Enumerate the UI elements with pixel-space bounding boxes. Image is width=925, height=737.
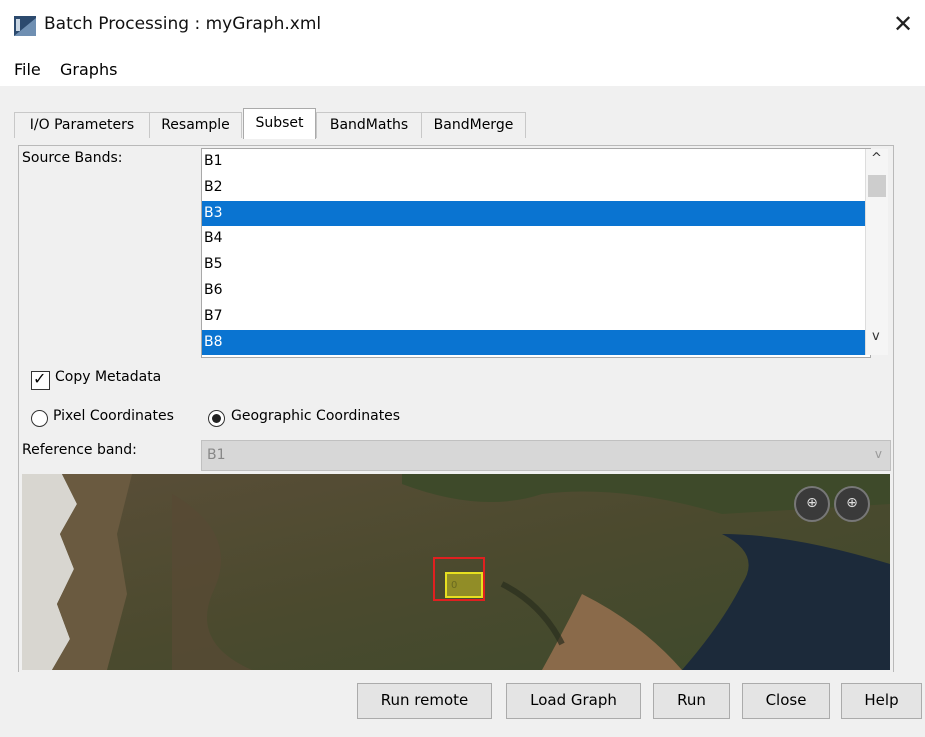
band-item-b3[interactable]: B3 bbox=[202, 200, 870, 227]
band-list-scrollbar[interactable]: ^ v bbox=[865, 149, 888, 355]
run-button[interactable]: Run bbox=[653, 683, 730, 719]
button-bar: Run remote Load Graph Run Close Help bbox=[0, 672, 925, 737]
subset-panel: Source Bands: B1 B2 B3 B4 B5 B6 B7 B8 ^ … bbox=[18, 145, 894, 674]
window-title: Batch Processing : myGraph.xml bbox=[44, 14, 322, 34]
menu-graphs[interactable]: Graphs bbox=[60, 60, 117, 79]
reference-band-label: Reference band: bbox=[22, 442, 137, 458]
zoom-all-icon[interactable]: ⊕ bbox=[794, 486, 830, 522]
band-item-b6[interactable]: B6 bbox=[202, 278, 870, 304]
source-bands-list[interactable]: B1 B2 B3 B4 B5 B6 B7 B8 bbox=[201, 148, 871, 358]
panel-scrollbar[interactable]: ^ v bbox=[893, 146, 894, 673]
load-graph-button[interactable]: Load Graph bbox=[506, 683, 641, 719]
close-icon[interactable]: ✕ bbox=[893, 10, 913, 38]
scroll-down-icon[interactable]: v bbox=[872, 329, 880, 344]
tab-bandmerge[interactable]: BandMerge bbox=[421, 112, 526, 138]
copy-metadata-label[interactable]: Copy Metadata bbox=[55, 369, 161, 385]
help-button[interactable]: Help bbox=[841, 683, 922, 719]
zoom-to-data-icon[interactable]: ⊕ bbox=[834, 486, 870, 522]
checkmark-icon: ✓ bbox=[33, 369, 47, 388]
band-item-b4[interactable]: B4 bbox=[202, 226, 870, 252]
reference-band-value: B1 bbox=[207, 447, 226, 463]
menu-bar: File Graphs bbox=[0, 50, 925, 86]
tab-bandmaths[interactable]: BandMaths bbox=[316, 112, 422, 138]
band-item-b8[interactable]: B8 bbox=[202, 329, 870, 356]
satellite-map-image: 0 bbox=[22, 474, 890, 670]
subset-box-label: 0 bbox=[451, 580, 457, 591]
pixel-coordinates-radio[interactable] bbox=[31, 410, 48, 427]
snap-app-icon bbox=[14, 16, 36, 36]
dialog-body: I/O Parameters Resample Subset BandMaths… bbox=[0, 86, 925, 737]
band-item-b1[interactable]: B1 bbox=[202, 149, 870, 175]
chevron-down-icon: v bbox=[874, 447, 882, 461]
geographic-coordinates-label[interactable]: Geographic Coordinates bbox=[231, 408, 400, 424]
reference-band-select: B1 v bbox=[201, 440, 891, 471]
world-map-preview[interactable]: 0 ⊕ ⊕ bbox=[22, 474, 890, 670]
scrollbar-thumb[interactable] bbox=[868, 175, 886, 197]
menu-file[interactable]: File bbox=[14, 60, 41, 79]
tab-subset[interactable]: Subset bbox=[243, 108, 316, 139]
band-item-b5[interactable]: B5 bbox=[202, 252, 870, 278]
tab-io-parameters[interactable]: I/O Parameters bbox=[14, 112, 150, 138]
source-bands-label: Source Bands: bbox=[22, 150, 123, 166]
run-remote-button[interactable]: Run remote bbox=[357, 683, 492, 719]
tab-resample[interactable]: Resample bbox=[149, 112, 242, 138]
band-item-b7[interactable]: B7 bbox=[202, 304, 870, 330]
copy-metadata-checkbox[interactable]: ✓ bbox=[31, 369, 50, 390]
geographic-coordinates-radio[interactable] bbox=[208, 410, 225, 427]
pixel-coordinates-label[interactable]: Pixel Coordinates bbox=[53, 408, 174, 424]
radio-selected-dot bbox=[212, 414, 221, 423]
close-button[interactable]: Close bbox=[742, 683, 830, 719]
scroll-up-icon[interactable]: ^ bbox=[871, 151, 882, 166]
title-bar: Batch Processing : myGraph.xml ✕ bbox=[0, 0, 925, 50]
band-item-b2[interactable]: B2 bbox=[202, 175, 870, 201]
